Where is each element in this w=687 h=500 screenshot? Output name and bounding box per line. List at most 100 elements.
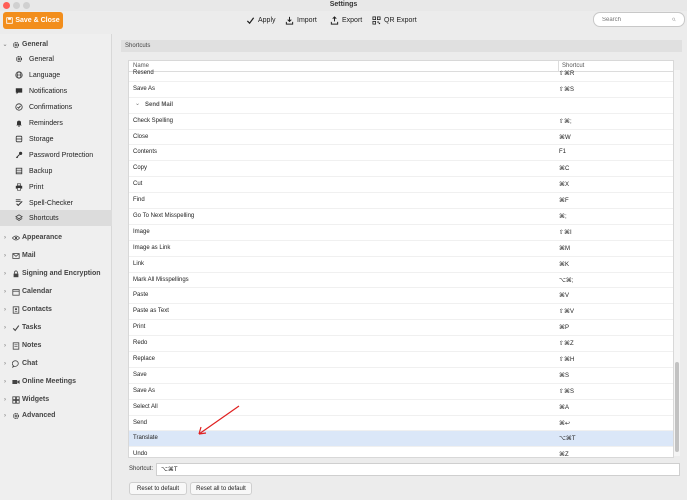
window-minimize-button[interactable]: [13, 2, 20, 9]
floppy-icon: [6, 17, 14, 24]
printer-icon: [15, 183, 23, 191]
table-group-row[interactable]: ⌄ Send Mail: [129, 98, 673, 114]
shortcut-field[interactable]: ⌥⌘T: [156, 463, 680, 476]
table-row[interactable]: Save ⌘S: [129, 368, 673, 384]
sidebar-item-notifications[interactable]: Notifications: [0, 83, 112, 99]
row-shortcut: ⇧⌘S: [559, 388, 575, 395]
sidebar-item-backup[interactable]: Backup: [0, 163, 112, 179]
table-row[interactable]: Resend ⇧⌘R: [129, 66, 673, 82]
row-shortcut: ⇧⌘I: [559, 229, 572, 236]
row-name: Save As: [133, 387, 156, 394]
table-row[interactable]: Replace ⇧⌘H: [129, 352, 673, 368]
row-shortcut: ⌘C: [559, 166, 570, 173]
table-row[interactable]: Link ⌘K: [129, 257, 673, 273]
row-name: Go To Next Misspelling: [133, 213, 195, 220]
chevron-right-icon: ›: [4, 252, 6, 259]
table-row[interactable]: Paste as Text ⇧⌘V: [129, 304, 673, 321]
sidebar-item-confirmations[interactable]: Confirmations: [0, 99, 112, 115]
chevron-right-icon: ›: [4, 270, 6, 277]
sidebar-section-label: Widgets: [22, 396, 50, 403]
sidebar-section-widgets[interactable]: › Widgets: [0, 391, 112, 408]
gear-icon: [12, 41, 20, 48]
sidebar-section-appearance[interactable]: › Appearance: [0, 229, 112, 246]
sidebar-section-advanced[interactable]: › Advanced: [0, 407, 112, 424]
save-close-button[interactable]: Save & Close: [3, 12, 63, 29]
reset-to-default-button[interactable]: Reset to default: [129, 482, 187, 495]
table-row[interactable]: Undo ⌘Z: [129, 447, 673, 457]
table-row[interactable]: Image as Link ⌘M: [129, 241, 673, 257]
row-shortcut: ⇧⌘S: [559, 86, 575, 93]
qr-export-button[interactable]: QR Export: [372, 14, 417, 27]
window-close-button[interactable]: [3, 2, 10, 9]
sidebar-section-online-meetings[interactable]: › Online Meetings: [0, 373, 112, 390]
scrollbar-thumb[interactable]: [675, 362, 679, 452]
table-row[interactable]: Paste ⌘V: [129, 288, 673, 305]
sidebar-section-chat[interactable]: › Chat: [0, 355, 112, 372]
row-shortcut: ⌘;: [559, 214, 567, 221]
layers-icon: [15, 214, 23, 221]
row-name: Image as Link: [133, 244, 171, 251]
table-scrollbar[interactable]: [674, 70, 680, 456]
row-shortcut: ⇧⌘V: [559, 309, 575, 316]
search-input[interactable]: [602, 16, 672, 23]
sidebar-item-spell-checker[interactable]: Spell-Checker: [0, 195, 112, 211]
table-row[interactable]: Find ⌘F: [129, 193, 673, 210]
export-button[interactable]: Export: [330, 14, 362, 27]
table-row[interactable]: Close ⌘W: [129, 130, 673, 146]
table-row[interactable]: Print ⌘P: [129, 320, 673, 337]
row-shortcut: ⌘V: [559, 293, 570, 300]
sidebar-section-tasks[interactable]: › Tasks: [0, 319, 112, 336]
search-box[interactable]: [593, 12, 685, 27]
title-bar: Settings: [0, 0, 687, 11]
table-row[interactable]: Mark All Misspellings ⌥⌘;: [129, 273, 673, 289]
qr-code-icon: [372, 16, 381, 25]
sidebar-item-storage[interactable]: Storage: [0, 131, 112, 147]
row-name: Send Mail: [145, 101, 174, 108]
chevron-right-icon: ›: [4, 378, 6, 385]
sidebar-section-label: Calendar: [22, 288, 52, 295]
table-row[interactable]: Contents F1: [129, 145, 673, 162]
table-row[interactable]: Copy ⌘C: [129, 161, 673, 178]
sidebar-section-notes[interactable]: › Notes: [0, 337, 112, 354]
sidebar-item-password-protection[interactable]: Password Protection: [0, 147, 112, 163]
sidebar-item-label: Language: [29, 71, 61, 79]
apply-button[interactable]: Apply: [246, 14, 276, 27]
import-button[interactable]: Import: [285, 14, 317, 27]
row-name: Mark All Misspellings: [133, 276, 189, 283]
row-name: Resend: [133, 70, 154, 76]
row-name: Redo: [133, 340, 148, 347]
sidebar-section-label: Tasks: [22, 324, 42, 331]
gear-icon: [15, 55, 23, 63]
section-header: Shortcuts: [121, 40, 682, 52]
sidebar-section-mail[interactable]: › Mail: [0, 247, 112, 264]
sidebar-item-general[interactable]: General: [0, 51, 112, 67]
sidebar-item-language[interactable]: Language: [0, 67, 112, 83]
sidebar-item-label: Reminders: [29, 119, 63, 127]
table-row[interactable]: Redo ⇧⌘Z: [129, 336, 673, 353]
table-row[interactable]: Go To Next Misspelling ⌘;: [129, 209, 673, 225]
table-row[interactable]: Save As ⇧⌘S: [129, 82, 673, 98]
sidebar-section-calendar[interactable]: › Calendar: [0, 283, 112, 300]
row-name: Check Spelling: [133, 117, 174, 124]
reset-all-to-default-button[interactable]: Reset all to default: [190, 482, 252, 495]
sidebar-section-signing-encryption[interactable]: › Signing and Encryption: [0, 265, 112, 282]
row-name: Link: [133, 260, 145, 267]
table-row[interactable]: Image ⇧⌘I: [129, 225, 673, 241]
row-shortcut: ⇧⌘H: [559, 357, 575, 364]
sidebar-section-contacts[interactable]: › Contacts: [0, 301, 112, 318]
table-row[interactable]: Save As ⇧⌘S: [129, 384, 673, 400]
table-row[interactable]: Check Spelling ⇧⌘;: [129, 114, 673, 130]
window-zoom-button[interactable]: [23, 2, 30, 9]
search-icon: [672, 17, 676, 22]
sidebar-item-shortcuts[interactable]: Shortcuts: [0, 210, 112, 226]
row-name: Select All: [133, 403, 158, 410]
table-body: Resend ⇧⌘R Save As ⇧⌘S ⌄ Send Mail Check Spel…: [129, 66, 673, 457]
chevron-down-icon[interactable]: ⌄: [135, 100, 140, 107]
table-row[interactable]: Cut ⌘X: [129, 177, 673, 194]
sidebar: ⌄ General General Language Notifications…: [0, 34, 112, 500]
check-circle-icon: [15, 103, 23, 111]
sidebar-item-reminders[interactable]: Reminders: [0, 115, 112, 131]
row-name: Send: [133, 419, 148, 426]
sidebar-item-print[interactable]: Print: [0, 179, 112, 195]
row-shortcut: ⌘X: [559, 182, 570, 189]
